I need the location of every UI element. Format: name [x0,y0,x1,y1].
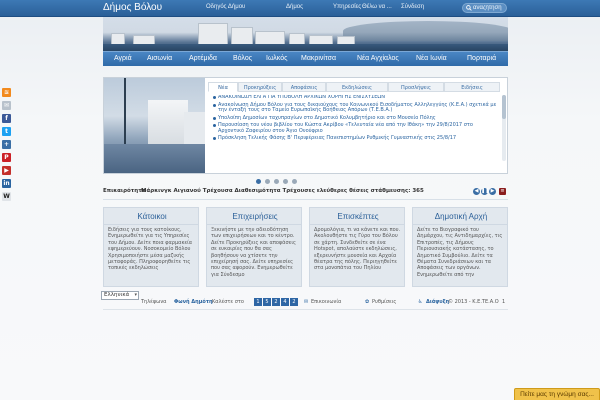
banner-mountain [343,21,508,41]
ticker-text[interactable]: Μάρκινγκ Αιγιανού Τρέχουσα Διαθεσιμότητα… [141,187,424,196]
tab-decisions[interactable]: Αποφάσεις [282,82,326,92]
footer: Τηλέφωνα Φωνή Δημότη Καλέστε στο 1 5 2 4… [103,297,508,307]
facebook-icon[interactable]: f [2,114,11,123]
menu-item-portaria[interactable]: Πορταριά [467,55,496,62]
slider-dot[interactable] [274,179,279,184]
news-slider: Νέα Προκηρύξεις Αποφάσεις Εκδηλώσεις Πρo… [103,77,508,174]
news-item[interactable]: Υπολοίπη Δημοσίων ταχυπραγίων στο Δημοτι… [213,115,499,122]
ticker-next-button[interactable]: ▶ [489,188,496,195]
banner-water [103,44,508,51]
news-list: ΑΝΑΚΟΙΝΩΣΗ ΕΛΓΑ ΓΙΑ ΥΠΟΒΟΛΗ ΑΡΧΙΚΩΝ ΧΟΡΗ… [213,95,499,163]
column-body: Δρομολόγια, τι να κάνετε και που. Ακολου… [314,227,401,272]
column-title[interactable]: Κάτοικοι [104,208,198,225]
menu-item-agria[interactable]: Αγριά [114,55,132,62]
topnav-municipality[interactable]: Δήμος [286,4,303,10]
next-icon: ▶ [490,188,495,194]
news-scrollbar[interactable] [502,95,506,161]
tab-announcements[interactable]: Προκηρύξεις [238,82,282,92]
header-banner [103,17,508,51]
email-icon[interactable]: ✉ [2,101,11,110]
scrollbar-thumb[interactable] [502,95,506,119]
footer-number-box: 2 [290,298,298,306]
top-nav: Οδηγός Δήμου Δήμος Υπηρεσίες Θέλω να ...… [0,4,600,14]
tab-hiring[interactable]: Πρoσλήψεις [388,82,444,92]
ticker-prev-button[interactable]: ◀ [473,188,480,195]
top-bar: Δήμος Βόλου Οδηγός Δήμου Δήμος Υπηρεσίες… [0,0,600,17]
footer-number-box: 1 [254,298,262,306]
footer-accessibility[interactable]: Διάψυξη [426,297,449,307]
wikipedia-icon[interactable]: W [2,192,11,201]
pinterest-icon[interactable]: P [2,153,11,162]
tab-new[interactable]: Νέα [208,82,238,92]
search-icon [466,5,472,11]
footer-voice-label[interactable]: Φωνή Δημότη [174,297,213,307]
column-businesses: Επιχειρήσεις Ξεκινήστε με την αδειοδότησ… [206,207,302,287]
column-body: Ειδήσεις για τους κατοίκους, Ενημερωθείτ… [108,227,193,272]
ticker-label: Επικαιρότητα [103,188,146,194]
news-item[interactable]: Ανακοίνωση Δήμου Βόλου για τους δικαιούχ… [213,102,499,114]
column-title[interactable]: Δημοτική Αρχή [413,208,507,225]
accessibility-icon: ♿ [418,299,423,305]
column-visitors: Επισκέπτες Δρομολόγια, τι να κάνετε και … [309,207,405,287]
slider-dot[interactable] [265,179,270,184]
footer-number-box: 5 [263,298,271,306]
search-input[interactable] [473,4,506,12]
divider [103,199,508,200]
prev-icon: ◀ [474,188,479,194]
divider [103,309,508,310]
rss-icon[interactable]: ≋ [2,88,11,97]
topnav-guide[interactable]: Οδηγός Δήμου [206,4,245,10]
ticker-pause-button[interactable]: ❚❚ [481,188,490,195]
footer-voice-text: Καλέστε στο [212,299,244,305]
twitter-icon[interactable]: t [2,127,11,136]
share-icon[interactable]: + [2,140,11,149]
topnav-login[interactable]: Σύνδεση [401,4,424,10]
news-ticker: Επικαιρότητα Μάρκινγκ Αιγιανού Τρέχουσα … [103,187,508,196]
tab-events[interactable]: Εκδηλώσεις [326,82,388,92]
slider-dot[interactable] [292,179,297,184]
search-box[interactable] [462,3,507,13]
column-title[interactable]: Επιχειρήσεις [207,208,301,225]
column-body: Ξεκινήστε με την αδειοδότηση των επιχειρ… [211,227,296,278]
settings-icon: ✿ [365,299,370,305]
pause-icon: ❚❚ [481,188,490,194]
contact-icon: ✉ [304,299,309,305]
tab-news[interactable]: Ειδήσεις [444,82,500,92]
footer-page-number: 1 [502,299,506,305]
menu-item-nea-agxialos[interactable]: Νέα Αγχίαλος [357,55,399,62]
youtube-icon[interactable]: ▶ [2,166,11,175]
footer-phonebook[interactable]: Τηλέφωνα [141,297,166,307]
column-body: Δείτε το Βιογραφικό του Δημάρχου, τις Αν… [417,227,503,278]
linkedin-icon[interactable]: in [2,179,11,188]
footer-settings[interactable]: Ρυθμίσεις [372,297,396,307]
slider-dot[interactable] [283,179,288,184]
column-title[interactable]: Επισκέπτες [310,208,404,225]
news-item[interactable]: Παρουσίαση του νέου βιβλίου του Κώστα Ακ… [213,122,499,134]
footer-copyright: © 2013 - Κ.Ε.ΤΕ.Α.Ο [448,299,499,305]
menu-item-artemida[interactable]: Αρτέμιδα [189,55,217,62]
column-residents: Κάτοικοι Ειδήσεις για τους κατοίκους, Εν… [103,207,199,287]
feedback-button[interactable]: Πείτε μας τη γνώμη σας... [514,388,600,400]
menu-item-aisonia[interactable]: Αισωνία [147,55,172,62]
news-tabs: Νέα Προκηρύξεις Αποφάσεις Εκδηλώσεις Πρo… [208,82,504,92]
slider-dot[interactable] [256,179,261,184]
list-icon: ≡ [500,188,505,194]
column-municipal-authority: Δημοτική Αρχή Δείτε το Βιογραφικό του Δη… [412,207,508,287]
slider-image[interactable] [104,78,205,173]
topnav-services[interactable]: Υπηρεσίες [333,4,361,10]
main-menu: Αγριά Αισωνία Αρτέμιδα Βόλος Ιωλκός Μακρ… [103,51,508,66]
footer-number-box: 4 [281,298,289,306]
menu-item-volos[interactable]: Βόλος [233,55,252,62]
ticker-rss-button[interactable]: ≡ [499,188,506,195]
menu-item-iolkos[interactable]: Ιωλκός [266,55,287,62]
menu-item-nea-ionia[interactable]: Νέα Ιωνία [416,55,447,62]
footer-contact[interactable]: Επικοινωνία [311,297,341,307]
footer-number-box: 2 [272,298,280,306]
menu-item-makrinitsa[interactable]: Μακρινίτσα [301,55,336,62]
news-item[interactable]: ΑΝΑΚΟΙΝΩΣΗ ΕΛΓΑ ΓΙΑ ΥΠΟΒΟΛΗ ΑΡΧΙΚΩΝ ΧΟΡΗ… [213,95,499,101]
topnav-want-to[interactable]: Θέλω να ... [362,4,392,10]
news-item[interactable]: Πρόσκληση Τελικής Φάσης Β' Περιφέρειας Π… [213,135,499,142]
